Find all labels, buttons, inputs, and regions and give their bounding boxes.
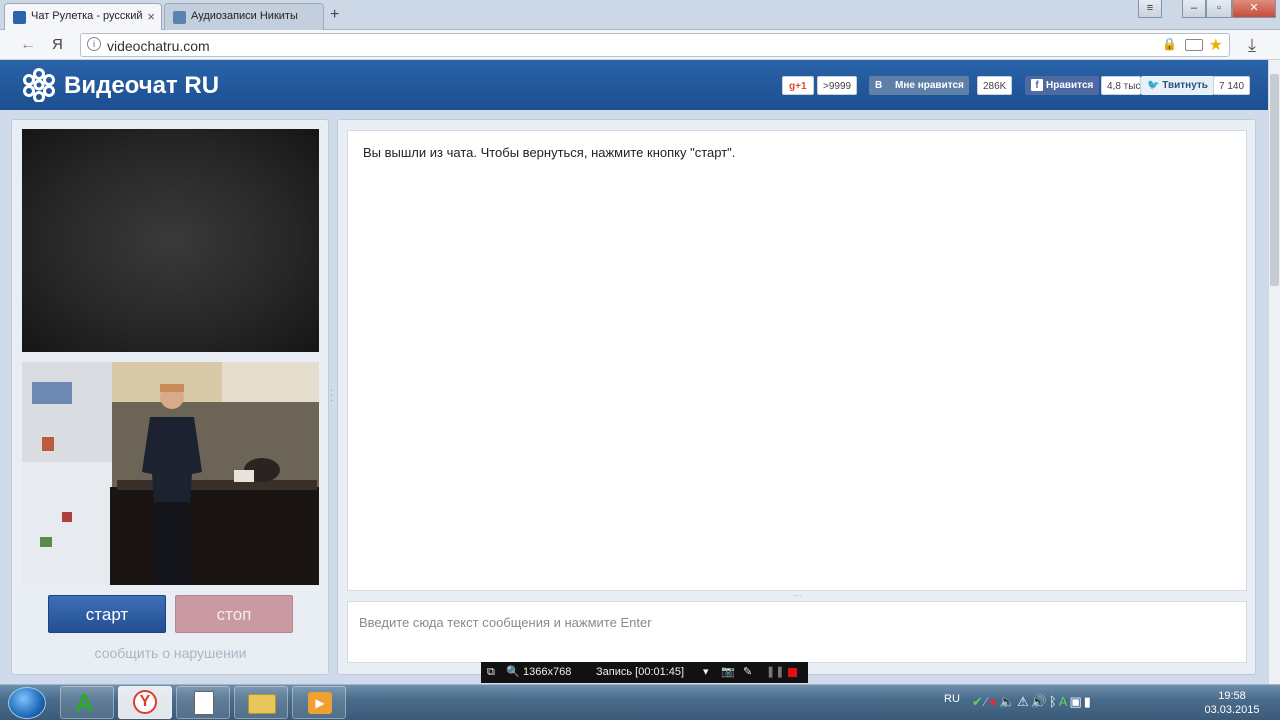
volume-icon[interactable]: 🔈 (999, 694, 1017, 709)
fb-like-label: Нравится (1046, 80, 1094, 91)
tray-green-a-icon[interactable]: A (1059, 694, 1070, 709)
windows-taskbar: A Y ▶ RU ✔⁄●🔈⚠🔊ᛒA▣▮ 19:58 03.03.2015 (0, 684, 1280, 720)
signal-icon[interactable]: ▮ (1084, 694, 1093, 709)
message-input[interactable]: Введите сюда текст сообщения и нажмите E… (347, 601, 1247, 663)
yandex-icon[interactable]: Я (52, 36, 63, 53)
tweet-count: 7 140 (1213, 76, 1251, 95)
chat-log: Вы вышли из чата. Чтобы вернуться, нажми… (347, 130, 1247, 591)
language-indicator[interactable]: RU (944, 693, 960, 705)
site-logo-text[interactable]: Видеочат RU (64, 72, 219, 100)
stop-recording-icon[interactable] (788, 668, 797, 677)
maximize-icon[interactable]: ▫ (1206, 0, 1232, 18)
close-tab-icon[interactable]: × (147, 9, 155, 24)
tweet-label: Твитнуть (1162, 80, 1208, 91)
minimize-icon[interactable]: – (1182, 0, 1206, 18)
fb-like-button[interactable]: f Нравится (1025, 76, 1100, 95)
bookmark-star-icon[interactable]: ★ (1209, 35, 1223, 55)
address-bar: ← Я i videochatru.com 🔒 ★ ⤓ (0, 30, 1280, 60)
close-window-icon[interactable]: ✕ (1232, 0, 1276, 18)
fb-like-count: 4,8 тыс (1101, 76, 1141, 95)
taskbar-explorer[interactable] (234, 686, 288, 719)
network-warning-icon[interactable]: ⚠ (1017, 694, 1031, 709)
vk-like-button[interactable]: B Мне нравится (869, 76, 969, 95)
back-arrow-icon[interactable]: ← (20, 36, 36, 54)
tray-device-icon[interactable]: ▣ (1069, 694, 1083, 709)
start-button[interactable]: старт (48, 595, 166, 633)
recorder-status: Запись [00:01:45] (596, 666, 685, 678)
report-abuse-link[interactable]: сообщить о нарушении (22, 645, 319, 661)
vertical-resize-handle[interactable]: · · · (330, 386, 336, 406)
url-field[interactable]: i videochatru.com 🔒 ★ (80, 33, 1230, 57)
taskbar-media-player[interactable]: ▶ (292, 686, 346, 719)
site-header: Видеочат RU g+1 >9999 B Мне нравится 286… (0, 60, 1268, 110)
clock-time: 19:58 (1218, 690, 1246, 702)
tray-green-icon[interactable]: ✔ (972, 694, 985, 709)
stop-button[interactable]: стоп (175, 595, 293, 633)
system-tray-icons[interactable]: ✔⁄●🔈⚠🔊ᛒA▣▮ (972, 694, 1093, 710)
twitter-bird-icon: 🐦 (1147, 80, 1160, 91)
browser-tab-bar: Чат Рулетка - русский × Аудиозаписи Ники… (0, 0, 1280, 31)
dropdown-arrow-icon[interactable]: ▾ (703, 662, 709, 683)
play-favicon-icon (173, 11, 186, 24)
site-info-icon[interactable]: i (87, 37, 101, 51)
media-player-icon: ▶ (308, 692, 332, 714)
window-select-icon[interactable]: ⧉ (487, 662, 495, 683)
local-webcam-video (22, 362, 319, 585)
facebook-icon: f (1031, 79, 1043, 91)
horizontal-resize-handle[interactable]: ··· (788, 591, 808, 600)
tab-audio[interactable]: Аудиозаписи Никиты (164, 3, 324, 30)
tweet-button[interactable]: 🐦 Твитнуть (1141, 76, 1214, 95)
clock-date: 03.03.2015 (1204, 704, 1260, 716)
camera-icon[interactable]: 📷 (721, 662, 735, 683)
folder-icon (248, 694, 276, 714)
bluetooth-icon[interactable]: ᛒ (1049, 694, 1059, 709)
webcam-scene (22, 362, 319, 585)
camera-access-icon[interactable] (1185, 39, 1203, 51)
taskbar-yandex-browser[interactable]: Y (118, 686, 172, 719)
gplus-button[interactable]: g+1 (782, 76, 814, 95)
tab-title: Аудиозаписи Никиты (191, 10, 298, 22)
vk-like-count: 286K (977, 76, 1013, 95)
taskbar-document[interactable] (176, 686, 230, 719)
windows-start-button[interactable] (8, 687, 46, 719)
pause-icon[interactable]: ❚❚ (766, 662, 784, 683)
videochat-favicon-icon (13, 11, 26, 24)
message-input-placeholder: Введите сюда текст сообщения и нажмите E… (359, 615, 652, 630)
lock-icon[interactable]: 🔒 (1162, 37, 1177, 51)
tab-chat-roulette[interactable]: Чат Рулетка - русский × (4, 3, 162, 31)
scrollbar-thumb[interactable] (1270, 74, 1279, 286)
screen-recorder-toolbar: ⧉ 🔍 1366x768 Запись [00:01:45] ▾ 📷 ✎ ❚❚ (481, 662, 808, 683)
speaker-icon[interactable]: 🔊 (1031, 694, 1049, 709)
yandex-browser-icon: Y (133, 690, 157, 714)
logo-icon (23, 68, 55, 102)
remote-video-area (22, 129, 319, 352)
gplus-count: >9999 (817, 76, 858, 95)
document-icon (194, 691, 214, 715)
taskbar-clock[interactable]: 19:58 03.03.2015 (1196, 689, 1268, 717)
chat-status-message: Вы вышли из чата. Чтобы вернуться, нажми… (363, 145, 736, 160)
vk-like-label: Мне нравится (895, 80, 964, 91)
pen-icon[interactable]: ✎ (743, 662, 752, 683)
zoom-icon[interactable]: 🔍 (506, 662, 520, 683)
download-icon[interactable]: ⤓ (1248, 35, 1256, 56)
green-a-icon: A (75, 688, 94, 718)
page-scrollbar[interactable] (1268, 60, 1280, 684)
taskbar-app-green-a[interactable]: A (60, 686, 114, 719)
url-text[interactable]: videochatru.com (107, 38, 210, 54)
tab-title: Чат Рулетка - русский (31, 10, 143, 22)
tray-record-icon[interactable]: ● (989, 694, 999, 709)
new-tab-icon[interactable]: + (330, 6, 339, 24)
recorder-resolution: 1366x768 (523, 666, 572, 678)
menu-icon[interactable]: ≡ (1138, 0, 1162, 18)
vk-icon: B (875, 80, 883, 91)
